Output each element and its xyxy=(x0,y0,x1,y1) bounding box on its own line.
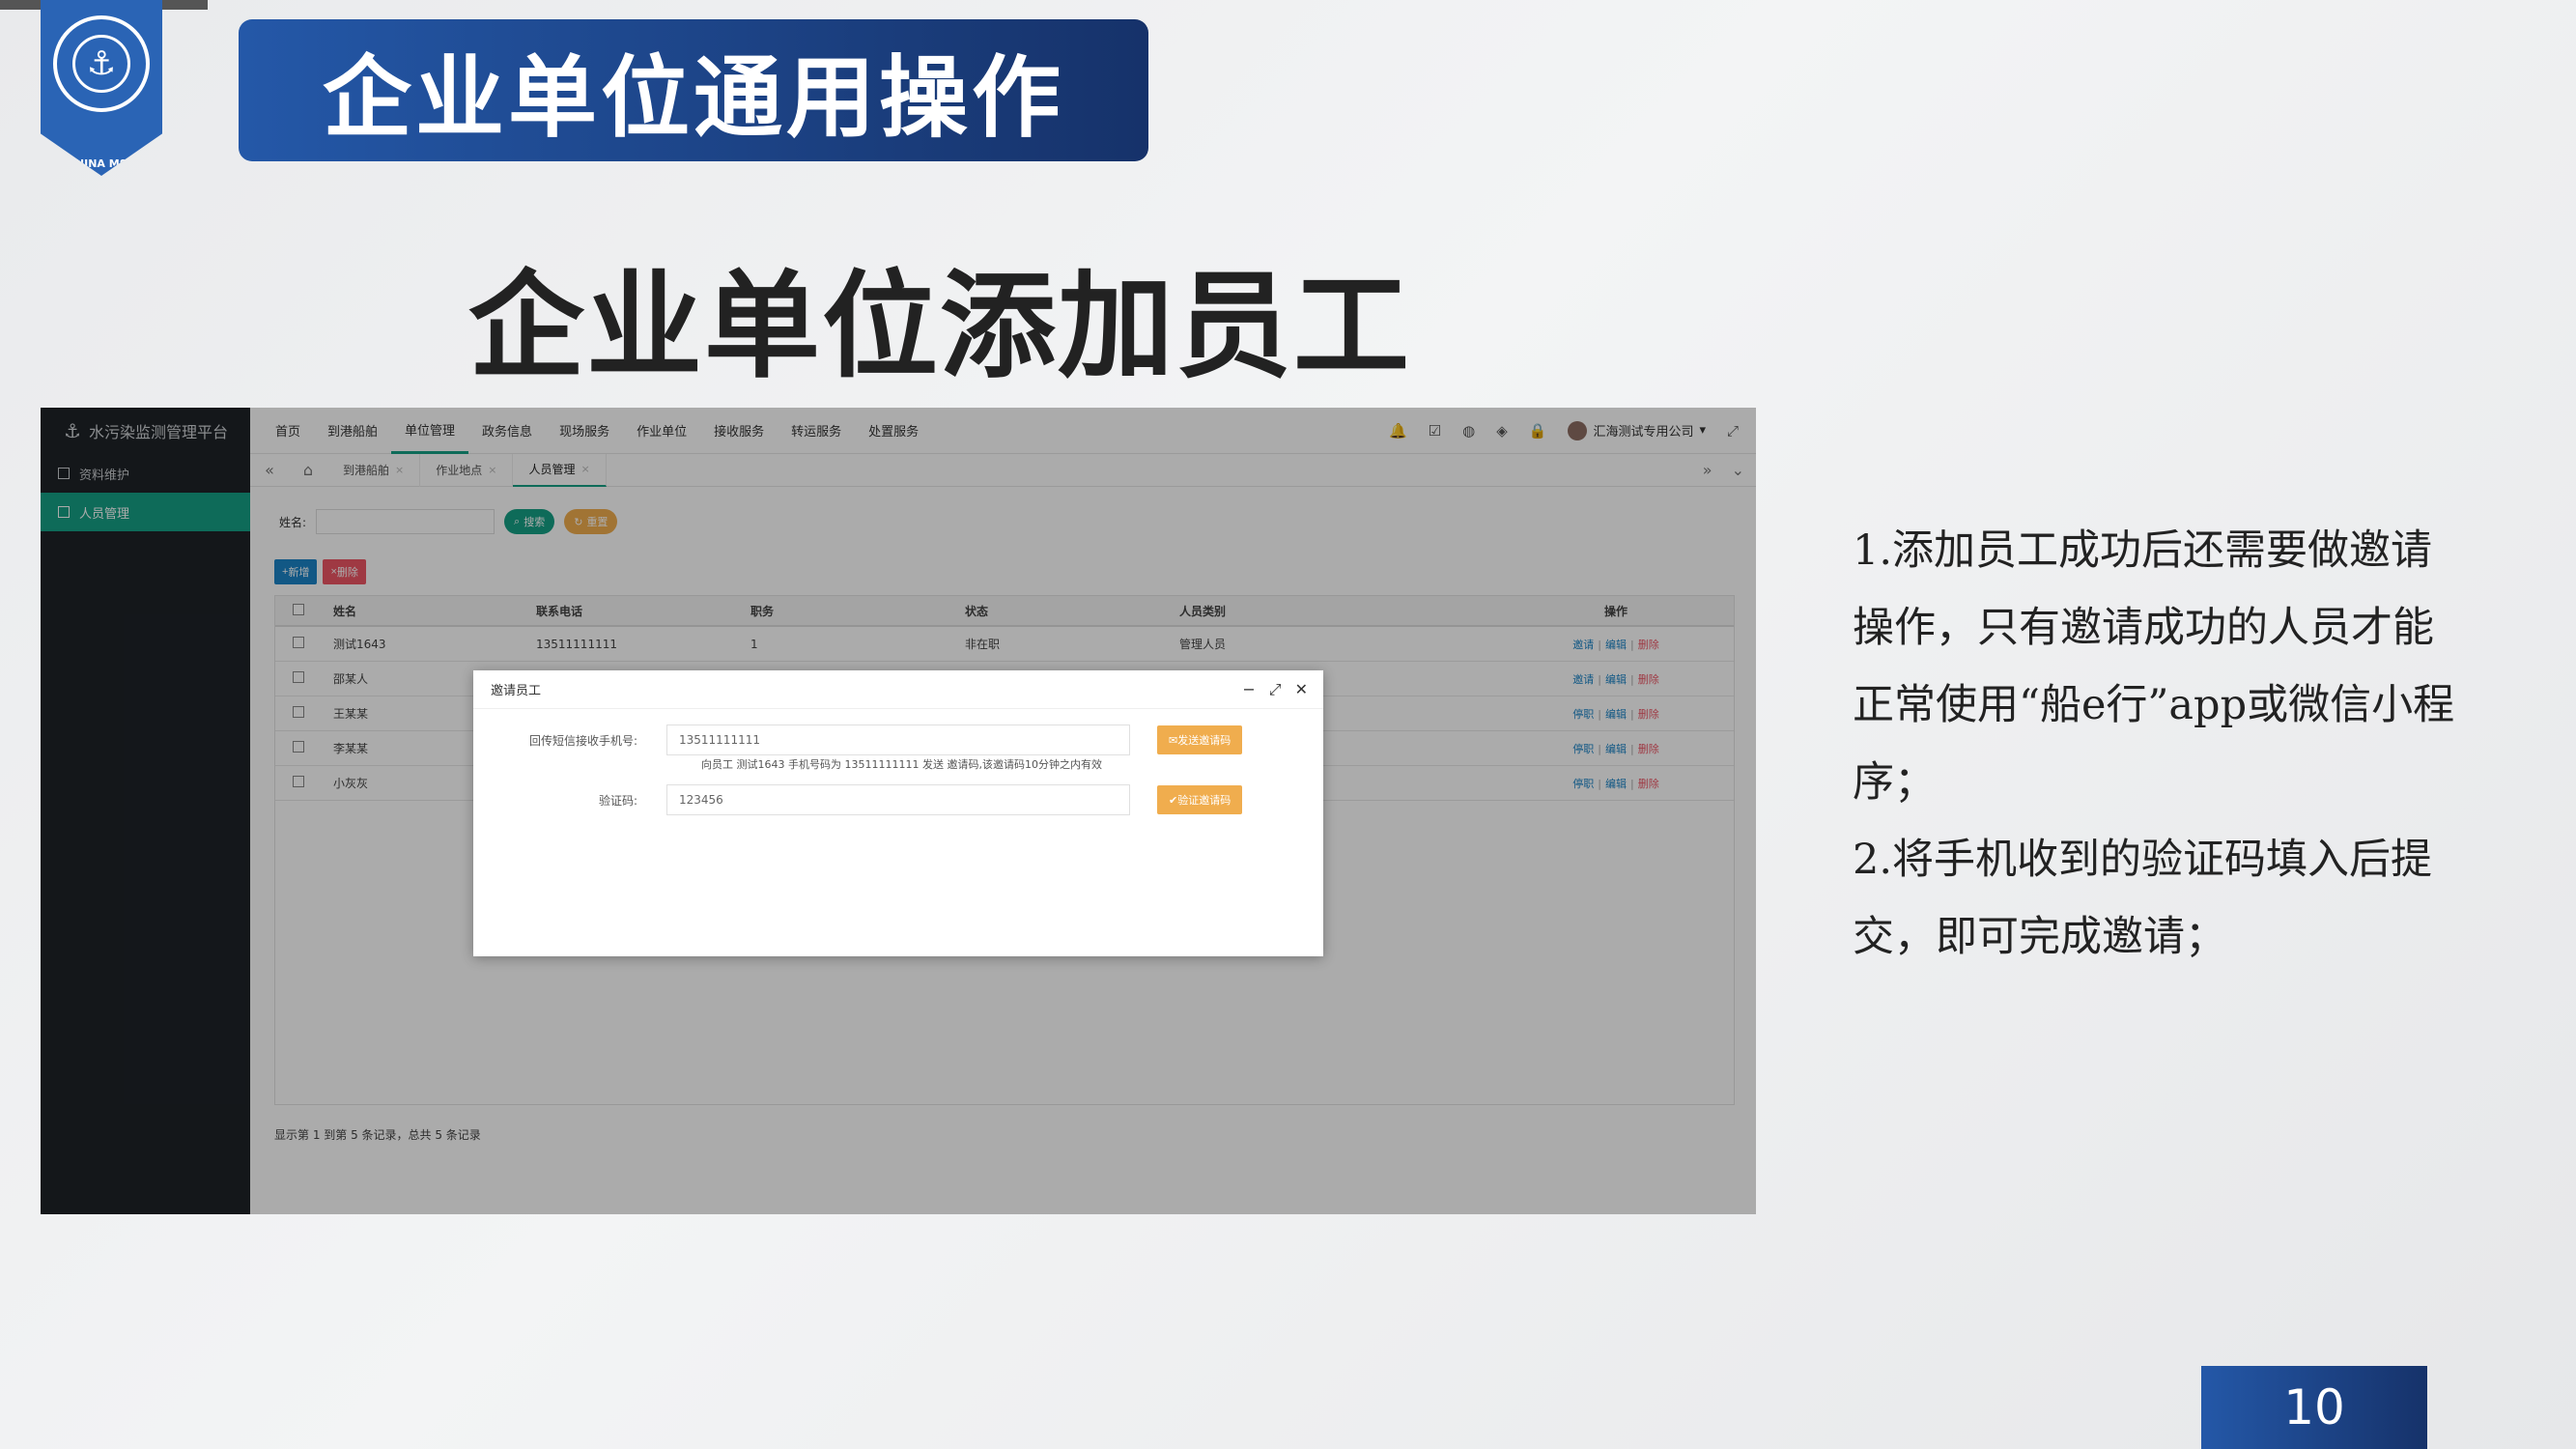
slide-title: 企业单位通用操作 xyxy=(322,46,1064,150)
modal-header: 邀请员工 − ⤢ ✕ xyxy=(473,670,1323,709)
msa-logo: ⚓ CHINA MSA xyxy=(41,0,162,176)
note-1: 1.添加员工成功后还需要做邀请操作，只有邀请成功的人员才能正常使用“船e行”ap… xyxy=(1853,526,2455,807)
notes: 1.添加员工成功后还需要做邀请操作，只有邀请成功的人员才能正常使用“船e行”ap… xyxy=(1853,512,2471,976)
code-row: 验证码: 123456 ✔ 验证邀请码 xyxy=(473,784,1243,815)
logo-text: CHINA MSA xyxy=(67,157,136,170)
invite-modal: 邀请员工 − ⤢ ✕ 回传短信接收手机号: 13511111111 ✉ 发送邀请… xyxy=(473,670,1323,956)
app-screenshot: ⚓ 水污染监测管理平台 资料维护 人员管理 首页 到港船舶 单位管理 政务信息 … xyxy=(41,408,1756,1214)
code-label: 验证码: xyxy=(598,793,637,808)
phone-input[interactable]: 13511111111 xyxy=(666,724,1130,755)
close-icon[interactable]: ✕ xyxy=(1295,680,1308,699)
code-input[interactable]: 123456 xyxy=(666,784,1130,815)
minimize-icon[interactable]: − xyxy=(1242,680,1255,699)
slide-subtitle: 企业单位添加员工 xyxy=(468,258,1411,394)
modal-title: 邀请员工 xyxy=(491,684,542,698)
page-number: 10 xyxy=(2201,1366,2427,1449)
maximize-icon[interactable]: ⤢ xyxy=(1269,680,1282,699)
verify-code-button[interactable]: ✔ 验证邀请码 xyxy=(1157,785,1243,814)
title-banner: 企业单位通用操作 xyxy=(239,19,1148,161)
anchor-icon: ⚓ xyxy=(72,35,130,93)
invite-hint: 向员工 测试1643 手机号码为 13511111111 发送 邀请码,该邀请码… xyxy=(701,758,1102,771)
phone-row: 回传短信接收手机号: 13511111111 ✉ 发送邀请码 xyxy=(473,724,1243,755)
note-2: 2.将手机收到的验证码填入后提交，即可完成邀请； xyxy=(1853,836,2433,961)
phone-label: 回传短信接收手机号: xyxy=(528,733,637,748)
send-icon: ✉ xyxy=(1169,733,1178,747)
check-icon: ✔ xyxy=(1169,793,1178,807)
send-code-button[interactable]: ✉ 发送邀请码 xyxy=(1157,725,1243,754)
